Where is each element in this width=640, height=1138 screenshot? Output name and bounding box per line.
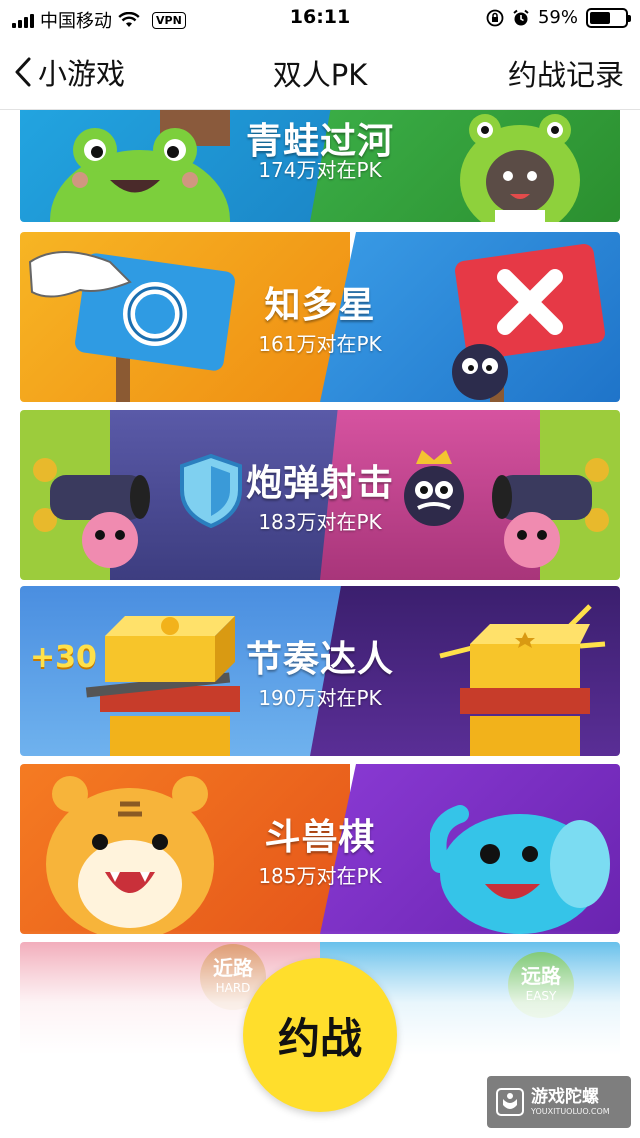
back-button[interactable]: 小游戏 [14, 52, 125, 92]
game-players: 190万对在PK [258, 686, 382, 710]
easy-route-tag: 远路 EASY [508, 952, 574, 1018]
game-card-frog[interactable]: 青蛙过河 174万对在PK [20, 110, 620, 222]
easy-route-sub: EASY [525, 989, 557, 1003]
hard-route-label: 近路 [213, 956, 253, 980]
battery-icon [586, 7, 631, 28]
battery-percent: 59% [537, 7, 578, 28]
game-card-rhythm[interactable]: +30 节奏达人 190万对在PK [20, 586, 620, 756]
game-players: 174万对在PK [258, 158, 382, 182]
battle-records-button[interactable]: 约战记录 [508, 52, 624, 94]
chevron-left-icon [15, 57, 31, 87]
watermark-name: 游戏陀螺 [531, 1087, 599, 1107]
game-title: 斗兽棋 [264, 817, 376, 858]
game-title: 节奏达人 [245, 639, 394, 680]
back-label: 小游戏 [38, 57, 126, 91]
challenge-button[interactable]: 约战 [243, 958, 397, 1112]
gyroscope-logo-icon [496, 1088, 524, 1116]
game-card-quiz[interactable]: 知多星 161万对在PK [20, 232, 620, 402]
game-players: 183万对在PK [258, 510, 382, 534]
game-title: 知多星 [264, 285, 376, 326]
game-title: 炮弹射击 [245, 463, 394, 504]
alarm-icon [513, 9, 529, 25]
game-card-beast-chess[interactable]: 斗兽棋 185万对在PK [20, 764, 620, 934]
easy-route-label: 远路 [521, 964, 561, 988]
rotation-lock-icon [486, 9, 504, 26]
game-players: 185万对在PK [258, 864, 382, 888]
page-title: 双人PK [272, 58, 368, 92]
watermark-url: YOUXITUOLUO.COM [531, 1107, 610, 1116]
game-players: 161万对在PK [258, 332, 382, 356]
game-card-cannon[interactable]: 炮弹射击 183万对在PK [20, 410, 620, 580]
watermark: 游戏陀螺 YOUXITUOLUO.COM [487, 1076, 631, 1128]
status-right: 59% [486, 7, 631, 28]
status-bar: 中国移动 VPN 16:11 59% [0, 0, 640, 36]
nav-bar: 小游戏 双人PK 约战记录 [0, 36, 640, 110]
